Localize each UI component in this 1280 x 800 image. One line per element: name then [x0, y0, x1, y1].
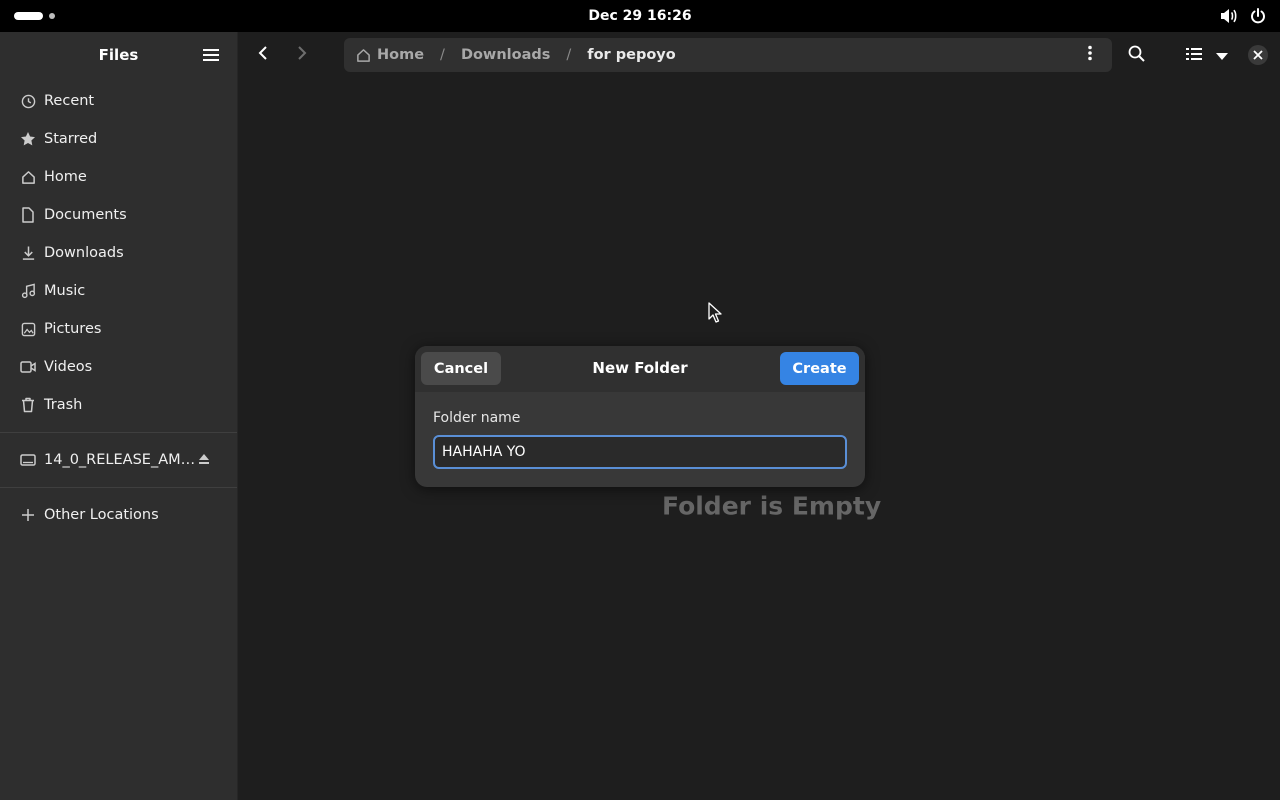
new-folder-dialog: Cancel New Folder Create Folder name	[415, 346, 865, 487]
more-vertical-icon	[1088, 45, 1092, 65]
header-bar: Home / Downloads / for pepoyo	[238, 32, 1280, 78]
sidebar-item-other-locations[interactable]: Other Locations	[0, 496, 231, 534]
home-icon	[20, 169, 36, 185]
create-button[interactable]: Create	[780, 352, 859, 385]
breadcrumb-home[interactable]: Home	[356, 47, 424, 63]
sidebar-item-label: Other Locations	[44, 507, 159, 523]
hamburger-icon	[203, 47, 219, 66]
breadcrumb-label: for pepoyo	[587, 47, 676, 63]
search-button[interactable]	[1120, 39, 1152, 71]
sidebar-item-label: 14_0_RELEASE_AM…	[44, 452, 196, 468]
places-list: Recent Starred Home Documents Downloads …	[0, 82, 237, 534]
dialog-header: Cancel New Folder Create	[415, 346, 865, 392]
sidebar: Files Recent Starred Home Documents Down…	[0, 32, 238, 800]
sidebar-header: Files	[0, 32, 237, 78]
close-window-button[interactable]	[1242, 39, 1274, 71]
sidebar-item-trash[interactable]: Trash	[0, 386, 231, 424]
chevron-right-icon	[297, 45, 307, 65]
sidebar-item-label: Starred	[44, 131, 98, 147]
view-options-button[interactable]	[1208, 39, 1236, 71]
forward-button[interactable]	[286, 39, 318, 71]
main-menu-button[interactable]	[195, 40, 227, 72]
sidebar-item-label: Videos	[44, 359, 93, 375]
back-button[interactable]	[247, 39, 279, 71]
sidebar-item-home[interactable]: Home	[0, 158, 231, 196]
mouse-pointer-icon	[708, 302, 722, 328]
breadcrumb-current[interactable]: for pepoyo	[587, 47, 675, 63]
breadcrumb-separator: /	[440, 47, 445, 63]
home-icon	[356, 48, 371, 63]
sidebar-separator	[0, 432, 237, 433]
volume-icon	[1220, 8, 1238, 24]
sidebar-item-recent[interactable]: Recent	[0, 82, 231, 120]
trash-icon	[20, 397, 36, 413]
top-bar: Dec 29 16:26	[0, 0, 1280, 32]
clock-container: Dec 29 16:26	[0, 0, 1280, 32]
breadcrumb-separator: /	[566, 47, 572, 63]
picture-icon	[20, 321, 36, 337]
sidebar-item-label: Home	[44, 169, 87, 185]
eject-icon[interactable]	[197, 452, 211, 470]
workspace-indicator	[49, 13, 55, 19]
close-icon	[1248, 45, 1268, 65]
folder-menu-button[interactable]	[1074, 39, 1106, 71]
folder-name-input[interactable]	[433, 435, 847, 469]
activities-button[interactable]	[14, 9, 64, 23]
breadcrumb-label: Downloads	[460, 47, 551, 63]
clock[interactable]: Dec 29 16:26	[588, 8, 691, 24]
sidebar-item-label: Trash	[44, 397, 83, 413]
sidebar-item-pictures[interactable]: Pictures	[0, 310, 231, 348]
sidebar-item-downloads[interactable]: Downloads	[0, 234, 231, 272]
system-tray[interactable]	[1220, 0, 1266, 32]
video-icon	[20, 359, 36, 375]
sidebar-item-drive[interactable]: 14_0_RELEASE_AM…	[0, 441, 231, 479]
view-toggle-button[interactable]	[1178, 39, 1210, 71]
sidebar-item-label: Documents	[44, 207, 127, 223]
path-bar: Home / Downloads / for pepoyo	[344, 38, 1112, 72]
sidebar-item-videos[interactable]: Videos	[0, 348, 231, 386]
sidebar-item-music[interactable]: Music	[0, 272, 231, 310]
sidebar-separator	[0, 487, 237, 488]
download-icon	[20, 245, 36, 261]
breadcrumb-downloads[interactable]: Downloads	[461, 47, 550, 63]
search-icon	[1128, 45, 1145, 66]
music-icon	[20, 283, 36, 299]
plus-icon	[20, 507, 36, 523]
sidebar-item-documents[interactable]: Documents	[0, 196, 231, 234]
breadcrumb-label: Home	[377, 47, 425, 63]
star-icon	[20, 131, 36, 147]
sidebar-item-label: Downloads	[44, 245, 124, 261]
sidebar-item-label: Recent	[44, 93, 95, 109]
power-icon	[1250, 8, 1266, 24]
sidebar-item-label: Music	[44, 283, 86, 299]
sidebar-item-label: Pictures	[44, 321, 102, 337]
drive-icon	[20, 452, 36, 468]
workspace-indicator-active	[14, 12, 43, 20]
chevron-left-icon	[258, 45, 268, 65]
document-icon	[20, 207, 36, 223]
empty-folder-label: Folder is Empty	[662, 491, 882, 521]
clock-icon	[20, 93, 36, 109]
sidebar-item-starred[interactable]: Starred	[0, 120, 231, 158]
chevron-down-icon	[1216, 46, 1228, 65]
list-view-icon	[1186, 46, 1202, 65]
folder-name-label: Folder name	[433, 410, 521, 426]
app-title: Files	[98, 46, 139, 64]
